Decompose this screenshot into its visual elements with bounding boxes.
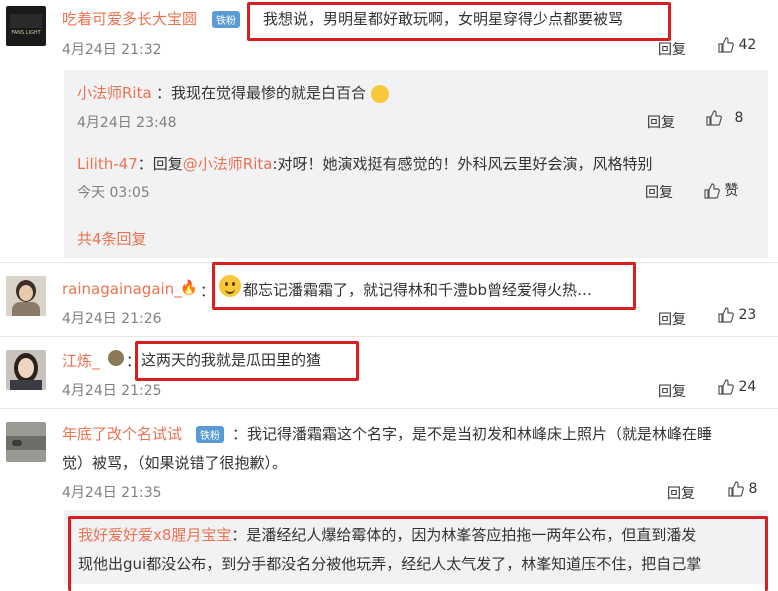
more-replies-link[interactable]: 共4条回复 (77, 228, 147, 249)
comment-text: 我好爱好爱x8腥月宝宝：是潘经纪人爆给霉体的，因为林峯答应拍拖一两年公布，但直到… (78, 526, 697, 544)
comment-time: 4月24日 21:35 (62, 485, 162, 501)
reply-username[interactable]: 小法师Rita (77, 82, 152, 103)
smiley-emoji-icon (219, 275, 241, 297)
fan-badge: 铁粉 (196, 424, 224, 443)
reply-text: Lilith-47：回复@小法师Rita:对呀！她演戏挺有感觉的！外科风云里好会… (77, 155, 653, 173)
comment-text: 都忘记潘霜霜了，就记得林和千澧bb曾经爱得火热… (243, 281, 593, 299)
reply-button[interactable]: 回复 (658, 381, 686, 401)
comment-username[interactable]: 江炼_ (62, 350, 100, 371)
like-button[interactable]: 23 (718, 307, 756, 323)
thumbs-up-icon (728, 481, 744, 497)
like-button[interactable]: 8 (706, 110, 743, 126)
laugh-cry-emoji-icon (370, 84, 389, 103)
comment-username[interactable]: 吃着可爱多长大宝圆 (62, 8, 197, 29)
comment-time: 4月24日 21:25 (62, 383, 162, 399)
avatar[interactable] (6, 350, 46, 390)
fire-badge-icon: 🔥 (180, 280, 198, 296)
comment-text-continued: 觉）被骂，（如果说错了很抱歉）。 (62, 454, 288, 472)
like-count: 24 (738, 379, 757, 395)
reply-button[interactable]: 回复 (647, 112, 675, 132)
thumbs-up-icon (718, 307, 734, 323)
comment-username[interactable]: 年底了改个名试试 (62, 423, 182, 444)
thumbs-up-icon (706, 110, 722, 126)
reply-text: ：我现在觉得最惨的就是白百合 (156, 82, 389, 103)
avatar-caption: FANS LIGHT (11, 30, 41, 36)
reply-button[interactable]: 回复 (658, 39, 686, 59)
like-count: 赞 (724, 183, 739, 199)
comment-text-continued: 现他出gui都没公布，到分手都没名分被他玩弄，经纪人太气发了，林峯知道压不住，把… (78, 555, 702, 573)
mention-link[interactable]: @小法师Rita (183, 155, 273, 173)
reply-button[interactable]: 回复 (658, 309, 686, 329)
thumbs-up-icon (704, 183, 720, 199)
comment-text: ：我记得潘霜霜这个名字，是不是当初发和林峰床上照片（就是林峰在睡 (232, 425, 713, 443)
comment-text: 我想说，男明星都好敢玩啊，女明星穿得少点都要被骂 (263, 10, 624, 28)
reply-button[interactable]: 回复 (667, 483, 695, 503)
like-button[interactable]: 赞 (704, 180, 738, 200)
comment-time: 4月24日 21:32 (62, 42, 162, 58)
like-count: 42 (738, 37, 757, 53)
fan-badge: 铁粉 (212, 9, 240, 28)
avatar[interactable] (6, 422, 46, 462)
like-button[interactable]: 42 (718, 37, 756, 53)
reply-time: 今天 03:05 (77, 185, 150, 201)
comment-username[interactable]: 我好爱好爱x8腥月宝宝 (78, 526, 231, 544)
thumbs-up-icon (718, 379, 734, 395)
member-badge-icon (108, 350, 124, 366)
reply-username[interactable]: Lilith-47 (77, 155, 138, 173)
avatar[interactable] (6, 276, 46, 316)
reply-time: 4月24日 23:48 (77, 115, 177, 131)
thumbs-up-icon (718, 37, 734, 53)
comment-username[interactable]: rainagainagain_ (62, 280, 182, 298)
like-button[interactable]: 24 (718, 379, 756, 395)
like-button[interactable]: 8 (728, 481, 757, 497)
like-count: 23 (738, 307, 757, 323)
like-count: 8 (734, 110, 744, 126)
avatar[interactable]: FANS LIGHT (6, 6, 46, 46)
comment-text: 这两天的我就是瓜田里的猹 (141, 351, 322, 369)
comment-time: 4月24日 21:26 (62, 311, 162, 327)
like-count: 8 (748, 481, 758, 497)
reply-button[interactable]: 回复 (645, 182, 673, 202)
